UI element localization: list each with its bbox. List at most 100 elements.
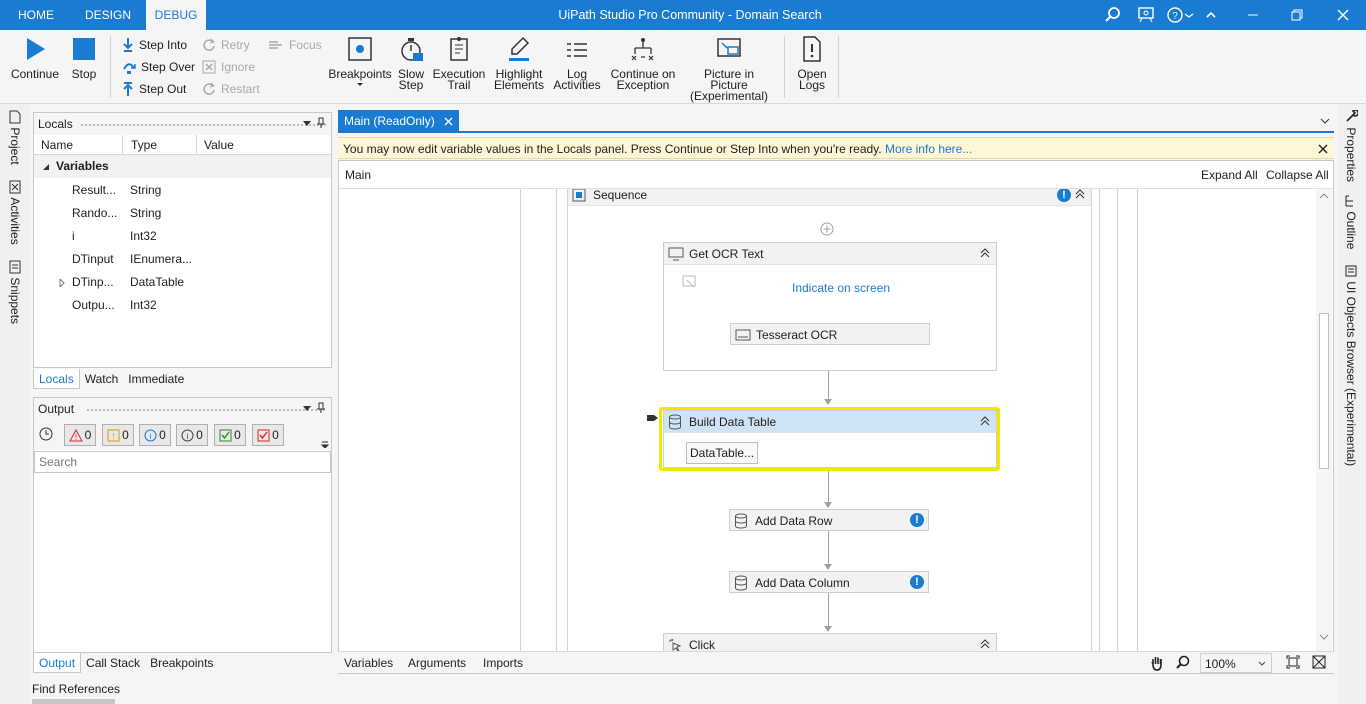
restart-button[interactable]: Restart [202,80,260,98]
datatable-button[interactable]: DataTable... [686,442,759,464]
fit-to-screen-icon[interactable] [1286,655,1300,669]
sequence-header[interactable]: Sequence ! [568,189,1091,206]
log-activities-button[interactable]: Log Activities [552,34,602,91]
table-row[interactable]: DTinput IEnumera... [34,248,331,271]
clock-icon[interactable] [39,427,53,441]
close-icon[interactable] [1334,6,1352,24]
find-references-tab[interactable]: Find References [32,682,120,696]
validation-warning-icon[interactable]: ! [910,575,924,589]
col-type[interactable]: Type [131,135,157,155]
tab-debug[interactable]: DEBUG [146,0,206,30]
search-icon[interactable] [1104,6,1122,24]
scrollbar-thumb[interactable] [1319,313,1329,469]
close-icon[interactable] [1318,144,1328,154]
collapsed-triangle-icon[interactable] [59,279,65,287]
tab-home[interactable]: HOME [6,0,66,30]
document-tab-main[interactable]: Main (ReadOnly) [338,110,460,132]
table-row[interactable]: i Int32 [34,225,331,248]
properties-tab[interactable]: Properties [1344,109,1359,182]
tab-locals[interactable]: Locals [33,369,80,389]
panel-grip[interactable] [86,408,326,412]
open-logs-button[interactable]: Open Logs [792,34,832,91]
tab-call-stack[interactable]: Call Stack [81,653,145,673]
feedback-icon[interactable] [1137,6,1155,24]
trace-filter-button[interactable]: i 0 [176,424,208,446]
close-tab-icon[interactable] [444,117,453,126]
add-data-row-activity[interactable]: Add Data Row ! [729,509,929,531]
chevron-down-icon[interactable] [1180,6,1198,24]
picture-in-picture-button[interactable]: Picture in Picture (Experimental) [684,34,774,102]
expand-all-button[interactable]: Expand All [1201,168,1258,182]
zoom-search-icon[interactable] [1176,655,1190,669]
tesseract-ocr-activity[interactable]: Tesseract OCR [730,323,930,345]
breakpoints-button[interactable]: Breakpoints [328,34,392,88]
col-value[interactable]: Value [204,135,234,155]
tab-immediate[interactable]: Immediate [123,369,189,389]
tab-design[interactable]: DESIGN [72,0,144,30]
vertical-scrollbar[interactable] [1316,189,1332,651]
error-filter-button[interactable]: ! 0 [64,424,96,446]
step-into-button[interactable]: Step Into [122,36,187,54]
pin-icon[interactable] [316,117,326,129]
tab-output[interactable]: Output [33,653,82,673]
chevron-down-icon[interactable] [303,121,311,127]
collapse-chevron-icon[interactable] [979,638,991,650]
table-row[interactable]: Outpu... Int32 [34,294,331,317]
validation-warning-icon[interactable]: ! [1057,189,1071,202]
output-search-input[interactable] [34,451,331,473]
snippets-tab[interactable]: Snippets [8,260,22,324]
slow-step-button[interactable]: Slow Step [396,34,426,91]
collapse-chevron-icon[interactable] [979,415,991,427]
zoom-select[interactable]: 100% [1200,653,1272,673]
overflow-icon[interactable] [321,440,329,448]
ignore-button[interactable]: Ignore [202,58,255,76]
breadcrumb[interactable]: Main [345,168,371,182]
collapse-chevron-icon[interactable] [1074,189,1086,200]
tab-list-dropdown-icon[interactable] [1320,118,1330,124]
tab-breakpoints[interactable]: Breakpoints [145,653,218,673]
scroll-down-icon[interactable] [1319,633,1329,641]
more-info-link[interactable]: More info here... [885,142,972,156]
add-data-column-activity[interactable]: Add Data Column ! [729,571,929,593]
table-row[interactable]: Result... String [34,179,331,202]
step-out-button[interactable]: Step Out [122,80,186,98]
ui-objects-browser-tab[interactable]: UI Objects Browser (Experimental) [1344,264,1358,466]
col-name[interactable]: Name [41,135,73,155]
panel-grip[interactable] [80,123,326,127]
arguments-tab[interactable]: Arguments [408,656,466,670]
build-data-table-header[interactable]: Build Data Table [664,411,996,433]
get-ocr-text-activity[interactable]: Get OCR Text Indicate on screen Tesserac… [663,242,997,371]
scroll-up-icon[interactable] [1319,192,1329,200]
execution-trail-button[interactable]: Execution Trail [432,34,486,91]
build-data-table-activity[interactable]: Build Data Table DataTable... [663,410,997,468]
info-filter-button[interactable]: i 0 [139,424,171,446]
table-row[interactable]: DTinp... DataTable [34,271,331,294]
variables-group[interactable]: Variables [34,155,331,178]
get-ocr-text-header[interactable]: Get OCR Text [664,243,996,265]
minimize-icon[interactable] [1244,6,1262,24]
highlight-elements-button[interactable]: Highlight Elements [492,34,546,91]
restore-icon[interactable] [1288,6,1306,24]
table-row[interactable]: Rando... String [34,202,331,225]
hand-pan-icon[interactable] [1150,655,1164,671]
warning-filter-button[interactable]: ! 0 [102,424,134,446]
continue-button[interactable]: Continue [8,34,62,80]
continue-on-exception-button[interactable]: Continue on Exception [608,34,678,91]
tab-watch[interactable]: Watch [80,369,124,389]
expanded-triangle-icon[interactable] [42,163,50,171]
pin-icon[interactable] [316,402,326,414]
add-activity-icon[interactable] [820,222,834,236]
collapse-chevron-icon[interactable] [979,247,991,259]
retry-button[interactable]: Retry [202,36,250,54]
step-over-button[interactable]: Step Over [122,58,195,76]
activities-tab[interactable]: Activities [8,180,22,245]
click-header[interactable]: Click [664,634,996,651]
click-activity[interactable]: Click [663,633,997,651]
focus-button[interactable]: Focus [268,36,322,54]
success-filter-button[interactable]: 0 [214,424,246,446]
indicate-on-screen-link[interactable]: Indicate on screen [792,281,890,295]
validation-warning-icon[interactable]: ! [910,513,924,527]
collapse-all-button[interactable]: Collapse All [1266,168,1329,182]
chevron-down-icon[interactable] [303,406,311,412]
overview-map-icon[interactable] [1312,655,1326,669]
